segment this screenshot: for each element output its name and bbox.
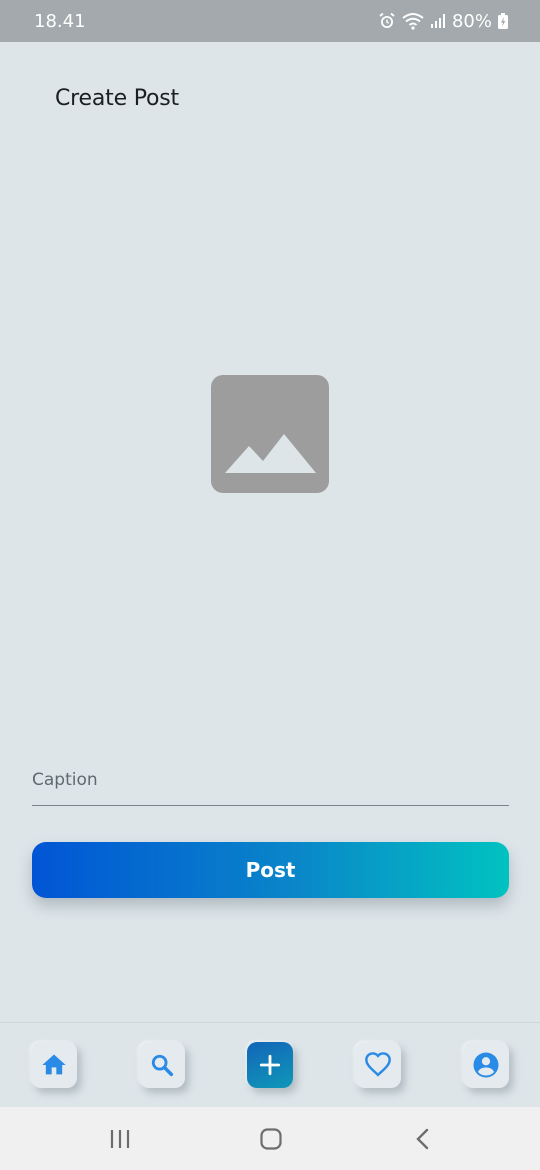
- image-placeholder-icon: [225, 434, 316, 473]
- home-button[interactable]: [231, 1107, 311, 1170]
- nav-create-button[interactable]: [247, 1042, 293, 1088]
- status-icons: 80%: [378, 11, 508, 32]
- nav-search-button[interactable]: [139, 1042, 185, 1088]
- image-picker[interactable]: [211, 375, 329, 493]
- caption-input[interactable]: [32, 754, 509, 806]
- page-title: Create Post: [55, 86, 179, 111]
- alarm-icon: [378, 12, 396, 30]
- heart-icon: [365, 1052, 391, 1077]
- nav-favorites-button[interactable]: [355, 1042, 401, 1088]
- home-circle-icon: [260, 1127, 282, 1150]
- profile-icon: [473, 1052, 499, 1078]
- back-icon: [416, 1128, 429, 1149]
- back-button[interactable]: [383, 1107, 463, 1170]
- status-bar: 18.41 80%: [0, 0, 540, 42]
- system-nav-bar: [0, 1107, 540, 1170]
- wifi-icon: [402, 12, 424, 30]
- status-time: 18.41: [34, 10, 86, 32]
- nav-home-button[interactable]: [31, 1042, 77, 1088]
- battery-charging-icon: [498, 13, 508, 29]
- signal-icon: [430, 13, 446, 29]
- recents-icon: [110, 1129, 130, 1148]
- plus-icon: [259, 1054, 281, 1076]
- home-icon: [42, 1054, 66, 1075]
- search-icon: [151, 1054, 174, 1077]
- post-button[interactable]: Post: [32, 842, 509, 898]
- bottom-nav: [0, 1022, 540, 1108]
- nav-profile-button[interactable]: [463, 1042, 509, 1088]
- recents-button[interactable]: [80, 1107, 160, 1170]
- status-battery-text: 80%: [451, 10, 492, 32]
